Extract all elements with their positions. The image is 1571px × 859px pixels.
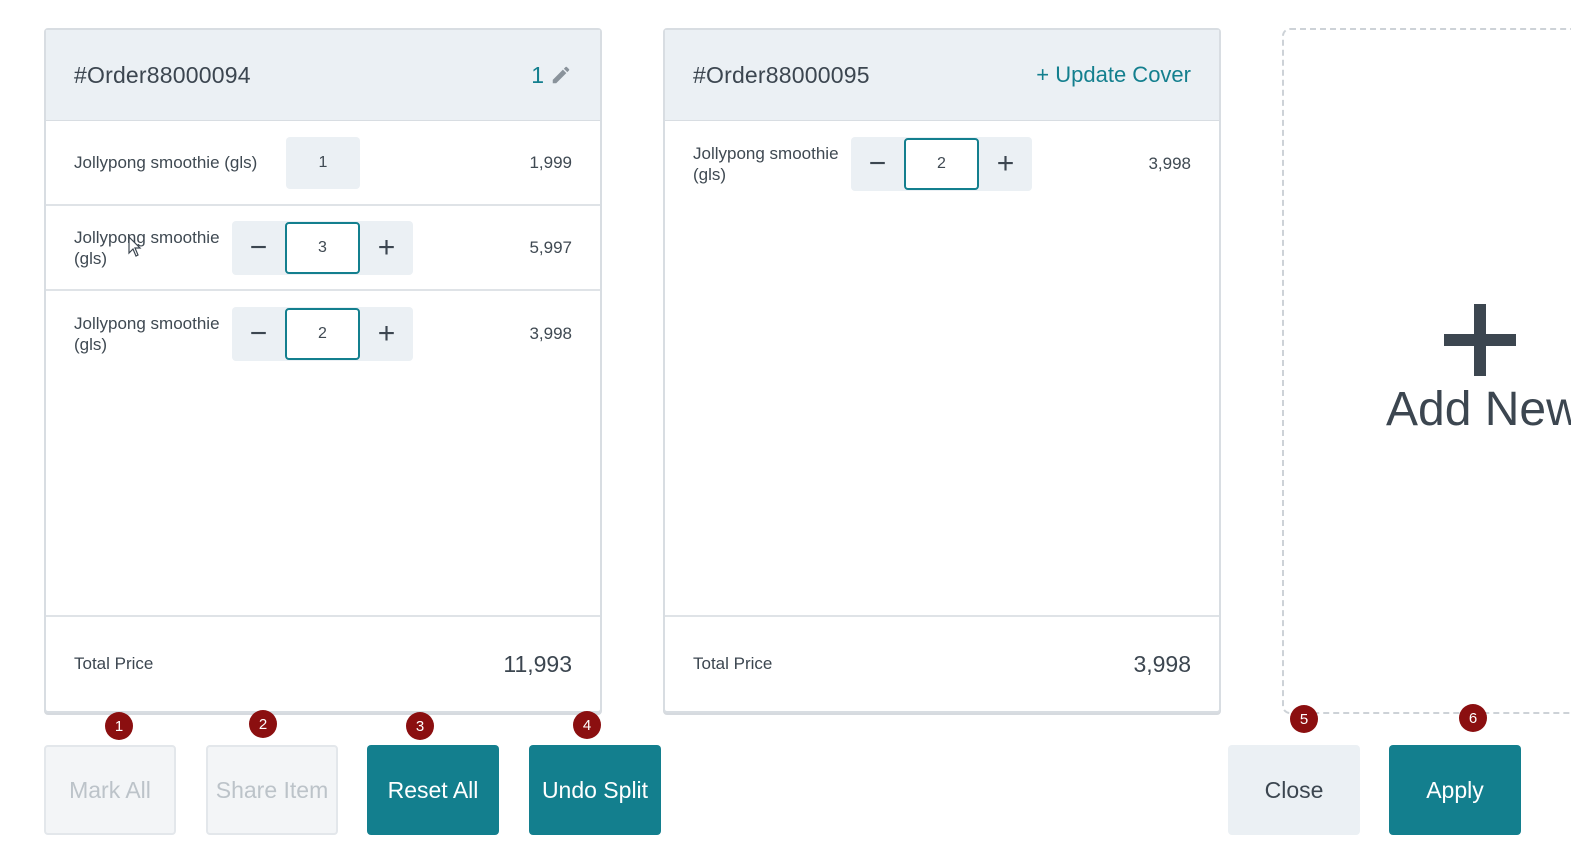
list-item: Jollypong smoothie (gls) − 2 + 3,998 bbox=[46, 291, 600, 376]
minus-button[interactable]: − bbox=[232, 221, 285, 275]
mark-all-button[interactable]: Mark All bbox=[44, 745, 176, 835]
item-name: Jollypong smoothie (gls) bbox=[74, 153, 258, 172]
pencil-icon[interactable] bbox=[550, 64, 572, 86]
quantity-input[interactable]: 3 bbox=[285, 221, 360, 274]
plus-icon bbox=[1444, 304, 1516, 376]
quantity-stepper: − 2 + bbox=[851, 136, 1032, 191]
total-price: 11,993 bbox=[503, 650, 572, 677]
order-id: #Order88000095 bbox=[693, 61, 870, 88]
item-price: 1,999 bbox=[529, 152, 572, 172]
quantity-stepper: − 3 + bbox=[232, 220, 413, 275]
item-price: 3,998 bbox=[1148, 153, 1191, 173]
order-id: #Order88000094 bbox=[74, 61, 251, 88]
minus-button[interactable]: − bbox=[232, 307, 285, 361]
minus-button[interactable]: − bbox=[851, 137, 904, 191]
order-card-88000094: #Order88000094 1 Jollypong smoothie (gls… bbox=[44, 28, 602, 713]
plus-button[interactable]: + bbox=[360, 307, 413, 361]
item-name: Jollypong smoothie (gls) bbox=[74, 313, 220, 354]
quantity-input[interactable]: 2 bbox=[904, 137, 979, 190]
quantity-stepper: − 2 + bbox=[232, 306, 413, 361]
order-header: #Order88000095 + Update Cover bbox=[665, 30, 1219, 121]
total-label: Total Price bbox=[74, 654, 154, 673]
item-name: Jollypong smoothie (gls) bbox=[693, 143, 839, 184]
reset-all-button[interactable]: Reset All bbox=[367, 745, 499, 835]
mouse-cursor-icon bbox=[128, 236, 142, 257]
plus-button[interactable]: + bbox=[360, 221, 413, 275]
apply-button[interactable]: Apply bbox=[1389, 745, 1521, 835]
order-header: #Order88000094 1 bbox=[46, 30, 600, 121]
list-item: Jollypong smoothie (gls) 1 1,999 bbox=[46, 121, 600, 206]
total-price: 3,998 bbox=[1133, 650, 1191, 677]
cover-edit[interactable]: 1 bbox=[531, 62, 572, 89]
undo-split-button[interactable]: Undo Split bbox=[529, 745, 661, 835]
quantity-input[interactable]: 2 bbox=[285, 307, 360, 360]
add-new-order[interactable]: Add New bbox=[1282, 28, 1571, 714]
item-name: Jollypong smoothie (gls) bbox=[74, 227, 220, 268]
share-item-button[interactable]: Share Item bbox=[206, 745, 338, 835]
annotation-badge: 1 bbox=[105, 712, 133, 740]
item-price: 3,998 bbox=[529, 323, 572, 343]
plus-button[interactable]: + bbox=[979, 137, 1032, 191]
quantity-value[interactable]: 1 bbox=[286, 136, 360, 189]
list-item: Jollypong smoothie (gls) − 2 + 3,998 bbox=[665, 121, 1219, 206]
total-label: Total Price bbox=[693, 654, 773, 673]
order-footer: Total Price 3,998 bbox=[665, 615, 1219, 711]
order-footer: Total Price 11,993 bbox=[46, 615, 600, 711]
cover-count: 1 bbox=[531, 61, 544, 88]
annotation-badge: 6 bbox=[1459, 704, 1487, 732]
order-card-88000095: #Order88000095 + Update Cover Jollypong … bbox=[663, 28, 1221, 713]
add-new-label: Add New bbox=[1386, 383, 1571, 436]
annotation-badge: 4 bbox=[573, 711, 601, 739]
close-button[interactable]: Close bbox=[1228, 745, 1360, 835]
item-price: 5,997 bbox=[529, 237, 572, 257]
annotation-badge: 5 bbox=[1290, 705, 1318, 733]
annotation-badge: 3 bbox=[406, 712, 434, 740]
update-cover-link[interactable]: + Update Cover bbox=[1036, 62, 1191, 88]
annotation-badge: 2 bbox=[249, 710, 277, 738]
